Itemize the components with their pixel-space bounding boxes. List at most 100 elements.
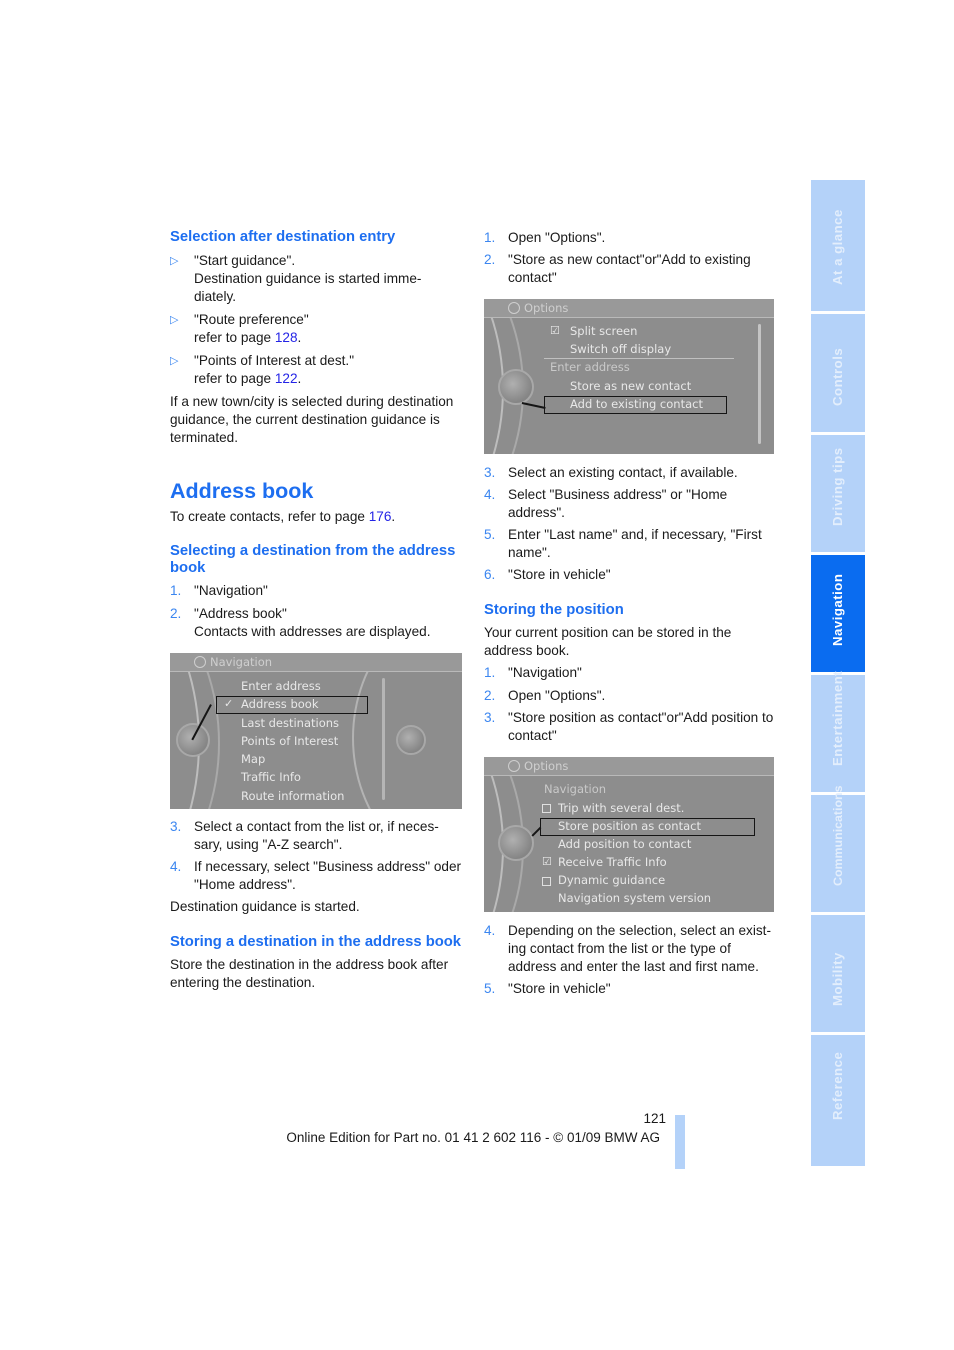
step-number: 4. xyxy=(170,859,182,874)
unchecked-box-icon[interactable] xyxy=(542,804,551,813)
menu-divider xyxy=(544,358,734,359)
step-item: 1. "Navigation" xyxy=(170,582,462,600)
menu-item-receive-traffic-info[interactable]: Receive Traffic Info xyxy=(558,855,667,870)
side-tab-at-a-glance[interactable]: At a glance xyxy=(811,180,865,311)
bullet-text: "Points of Interest at dest." xyxy=(194,352,355,368)
side-tab-entertainment[interactable]: Entertainment xyxy=(811,671,865,792)
step-number: 5. xyxy=(484,981,496,996)
step-text: "Address book" xyxy=(194,605,287,621)
step-item: 2. "Store as new contact"or"Add to exist… xyxy=(484,251,776,287)
scrollbar[interactable] xyxy=(758,324,761,444)
step-item: 1. "Navigation" xyxy=(484,664,776,682)
step-number: 4. xyxy=(484,487,496,502)
unchecked-box-icon[interactable] xyxy=(542,877,551,886)
side-tab-communications[interactable]: Communications xyxy=(811,785,865,912)
step-number: 2. xyxy=(484,252,496,267)
menu-item-navigation-system-version[interactable]: Navigation system version xyxy=(558,891,711,906)
bullet-text: "Start guidance". xyxy=(194,252,296,268)
page-link-176[interactable]: 176 xyxy=(369,509,392,524)
step-text: If necessary, select "Business address" … xyxy=(194,859,462,892)
side-tab-label: Driving tips xyxy=(830,447,845,526)
menu-item-add-position-to-contact[interactable]: Add position to contact xyxy=(558,837,691,852)
menu-item-add-to-existing-contact[interactable]: Add to existing contact xyxy=(570,397,703,412)
step-text: "Store as new contact"or"Add to existing… xyxy=(508,252,751,285)
selection-pointer-line xyxy=(521,402,546,409)
triangle-bullet-icon: ▷ xyxy=(170,313,179,326)
page-link-128[interactable]: 128 xyxy=(275,330,298,345)
checked-box-icon[interactable]: ☑ xyxy=(542,855,552,870)
screen-header-title: Options xyxy=(524,301,569,315)
right-column-middle: 3. Select an existing contact, if availa… xyxy=(484,464,776,745)
side-tab-navigation[interactable]: Navigation xyxy=(811,555,865,672)
edition-footer: Online Edition for Part no. 01 41 2 602 … xyxy=(286,1130,660,1145)
storing-destination-heading: Storing a destination in the address boo… xyxy=(170,934,462,950)
storing-position-heading: Storing the position xyxy=(484,602,624,618)
menu-item-map[interactable]: Map xyxy=(241,752,265,767)
options-store-position-screenshot: Options Navigation Trip with several des… xyxy=(484,757,774,912)
menu-item-traffic-info[interactable]: Traffic Info xyxy=(241,770,301,785)
controller-knob-right xyxy=(396,725,426,755)
step-text: "Store in vehicle" xyxy=(508,981,611,996)
footer-accent-bar xyxy=(675,1115,685,1169)
create-contacts-text: To create contacts, refer to page 176. xyxy=(170,508,396,524)
side-tab-controls[interactable]: Controls xyxy=(811,314,865,432)
menu-item-store-as-new-contact[interactable]: Store as new contact xyxy=(570,379,691,394)
side-tab-label: Entertainment xyxy=(830,670,845,766)
menu-item-trip-with-several-dest[interactable]: Trip with several dest. xyxy=(558,801,684,816)
step-number: 1. xyxy=(484,664,496,680)
bullet-text: Destination guidance is started imme- xyxy=(194,270,422,286)
checked-box-icon: ☑ xyxy=(550,325,560,337)
selection-after-destination-heading: Selection after destination entry xyxy=(170,229,396,245)
menu-item-switch-off-display[interactable]: Switch off display xyxy=(570,342,671,357)
controller-knob xyxy=(498,369,534,405)
right-column: 1. Open "Options". 2. "Store as new cont… xyxy=(484,229,776,287)
menu-item-route-information[interactable]: Route information xyxy=(241,789,344,804)
step-text: "Store in vehicle" xyxy=(508,567,611,582)
check-mark-icon: ✓ xyxy=(224,698,234,710)
storing-position-text: Your current position can be stored in t… xyxy=(484,624,732,658)
step-text: Depending on the selection, select an ex… xyxy=(508,923,771,974)
side-tab-driving-tips[interactable]: Driving tips xyxy=(811,435,865,552)
storing-destination-text: Store the destination in the address boo… xyxy=(170,956,449,990)
page-link-122[interactable]: 122 xyxy=(275,371,298,386)
screen-header-title: Navigation xyxy=(210,655,273,669)
step-item: 4. If necessary, select "Business addres… xyxy=(170,858,462,894)
step-number: 2. xyxy=(170,605,182,621)
side-tab-reference[interactable]: Reference xyxy=(811,1035,865,1166)
step-item: 4. Select "Business address" or "Home ad… xyxy=(484,486,776,522)
side-tab-mobility[interactable]: Mobility xyxy=(811,915,865,1032)
triangle-bullet-icon: ▷ xyxy=(170,254,179,267)
page-reference: refer to page 128. xyxy=(194,329,302,345)
menu-item-address-book[interactable]: Address book xyxy=(241,697,319,712)
selection-note: If a new town/city is selected during de… xyxy=(170,393,454,445)
bullet-text: diately. xyxy=(194,288,237,304)
step-number: 3. xyxy=(484,709,496,725)
step-text: "Navigation" xyxy=(194,582,268,598)
step-number: 6. xyxy=(484,567,496,582)
step-item: 3. "Store position as contact"or"Add pos… xyxy=(484,709,776,745)
side-tab-label: At a glance xyxy=(830,209,845,285)
controller-knob-left xyxy=(176,723,210,757)
page-number: 121 xyxy=(643,1111,666,1126)
step-number: 1. xyxy=(484,230,496,245)
menu-item-enter-address[interactable]: Enter address xyxy=(241,679,321,694)
menu-item-points-of-interest[interactable]: Points of Interest xyxy=(241,734,338,749)
step-number: 3. xyxy=(484,465,496,480)
menu-item-dynamic-guidance[interactable]: Dynamic guidance xyxy=(558,873,665,888)
step-text: "Store position as contact"or"Add positi… xyxy=(508,709,774,743)
menu-item-last-destinations[interactable]: Last destinations xyxy=(241,716,339,731)
navigation-menu-screenshot: Navigation ✓ Enter address Address book … xyxy=(170,653,462,809)
menu-item-split-screen[interactable]: Split screen xyxy=(570,324,637,339)
step-item: 2. Open "Options". xyxy=(484,687,776,705)
step-text: Open "Options". xyxy=(508,230,606,245)
step-text: Select a contact from the list or, if ne… xyxy=(194,819,439,852)
menu-item-store-position-as-contact[interactable]: Store position as contact xyxy=(558,819,701,834)
step-number: 1. xyxy=(170,582,182,598)
bullet-route-preference: ▷ "Route preference" refer to page 128. xyxy=(170,311,462,347)
scrollbar[interactable] xyxy=(382,678,385,800)
step-item: 5. Enter "Last name" and, if necessary, … xyxy=(484,526,776,562)
menu-section-navigation: Navigation xyxy=(544,782,607,796)
screen-header: Navigation xyxy=(170,653,462,672)
step-text: Enter "Last name" and, if necessary, "Fi… xyxy=(508,527,762,560)
side-tab-label: Controls xyxy=(830,347,845,406)
